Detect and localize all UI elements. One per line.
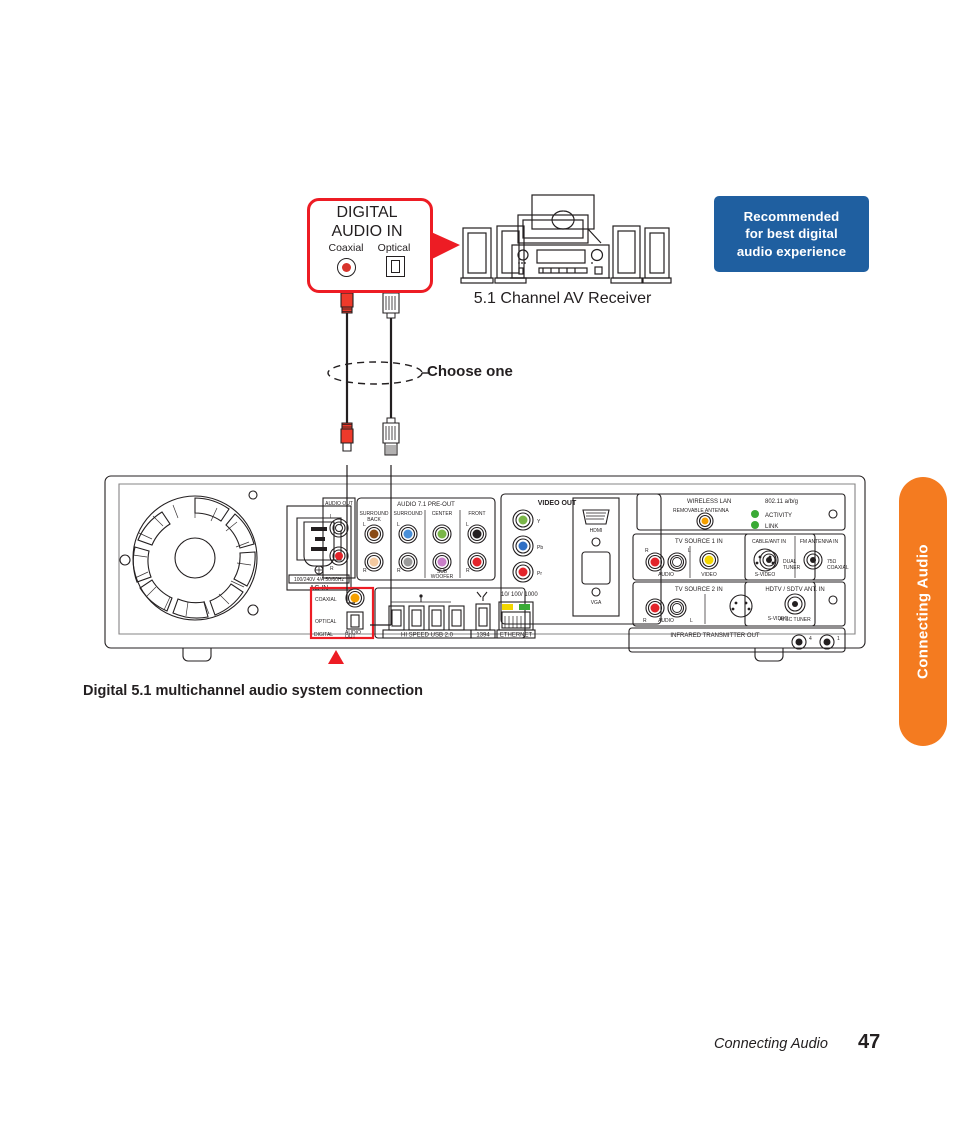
ethernet-label: ETHERNET [500,633,533,639]
callout-title-line-1: DIGITAL [336,204,398,221]
badge-line-3: audio experience [736,243,847,259]
digital-group-label: DIGITAL [314,632,333,638]
svg-text:Y: Y [537,519,541,525]
tv1-video-label: VIDEO [701,572,717,578]
wireless-lan-standard: 802.11 a/b/g [765,499,798,505]
av-receiver-illustration [460,194,672,284]
link-led-label: LINK [765,524,778,530]
svg-text:L: L [690,618,693,624]
wireless-lan-title: WIRELESS LAN [687,499,731,505]
ieee1394-label: 1394 [476,633,490,639]
tv1-svideo-label: S-VIDEO [755,572,776,578]
tv2-audio-label: AUDIO [658,618,674,624]
chapter-side-tab-label: Connecting Audio [914,544,932,679]
hdmi-port: HDMI [582,509,610,534]
svg-text:L: L [688,548,691,554]
badge-line-2: for best digital [745,226,838,242]
antenna-jack-icon [701,517,709,525]
svg-text:R: R [643,618,647,624]
callout-optical-label: Optical [377,242,411,254]
callout-title: DIGITAL AUDIO IN [307,203,427,241]
component-video-jacks: Y Pb Pr [512,509,543,583]
hdtv-ant-in-group: HDTV / SDTV ANT. IN ATSC TUNER [744,581,846,627]
link-led-icon [751,521,759,529]
fan-grille [132,495,258,621]
badge-line-1: Recommended [743,208,840,224]
svg-text:CENTER: CENTER [432,511,453,517]
svg-text:R: R [466,568,470,574]
cable-ant-in-title: CABLE/ANT IN [752,539,786,545]
svg-text:Pb: Pb [537,545,543,551]
tv-source-2-title: TV SOURCE 2 IN [675,587,723,593]
highlight-arrow-icon [328,650,344,664]
hdtv-ant-in-title: HDTV / SDTV ANT. IN [765,587,824,593]
infrared-title: INFRARED TRANSMITTER OUT [670,633,760,639]
tv-source-1-title: TV SOURCE 1 IN [675,539,723,545]
hdmi-label: HDMI [590,528,603,534]
vga-port: VGA [581,551,611,606]
digital-group-sublabel-2: OUT [345,634,356,640]
figure-caption: Digital 5.1 multichannel audio system co… [83,683,424,699]
svg-text:Pr: Pr [537,571,542,577]
ieee1394-port [475,591,491,631]
svg-text:FRONT: FRONT [468,511,485,517]
svg-text:4: 4 [809,636,812,642]
rear-panel-illustration: .ln{fill:none;stroke:#231f20;stroke-widt… [104,475,866,664]
footer-chapter-label: Connecting Audio [714,1036,828,1052]
cable-ant-sub-2: TUNER [783,565,801,571]
svg-text:1: 1 [837,636,840,642]
tv-source-1-group: TV SOURCE 1 IN R L AUDIO VIDEO S-VIDEO [632,533,816,581]
av-receiver-label: 5.1 Channel AV Receiver [473,290,652,307]
manual-page: Recommended for best digital audio exper… [0,0,954,1123]
activity-led-label: ACTIVITY [765,513,792,519]
removable-antenna-label: REMOVABLE ANTENNA [673,508,729,514]
callout-coaxial-jack-icon [337,258,356,277]
panel-cable-leader-lines [346,465,392,626]
svg-text:WOOFER: WOOFER [431,574,454,580]
footer-page-number: 47 [858,1031,881,1053]
usb-label: HI SPEED USB 2.0 [401,633,454,639]
svg-text:R: R [645,548,649,554]
activity-led-icon [751,510,759,518]
recommended-badge: Recommended for best digital audio exper… [714,196,869,272]
choose-one-label: Choose one [427,363,513,380]
callout-optical-jack-icon [386,256,405,277]
fm-antenna-sub-2: COAXIAL [827,565,849,571]
atsc-tuner-label: ATSC TUNER [779,617,811,623]
callout-title-line-2: AUDIO IN [331,223,403,240]
wireless-lan-group: WIRELESS LAN 802.11 a/b/g REMOVABLE ANTE… [636,493,846,531]
svg-text:L: L [466,522,469,528]
choose-one-marker [327,361,430,385]
vga-label: VGA [591,600,602,606]
ethernet-speed: 10/ 100/ 1000 [501,592,538,598]
fm-antenna-in-title: FM ANTENNA IN [800,539,839,545]
video-out-title: VIDEO OUT [538,500,577,507]
tv1-audio-label: AUDIO [658,572,674,578]
callout-coaxial-label: Coaxial [328,242,364,254]
